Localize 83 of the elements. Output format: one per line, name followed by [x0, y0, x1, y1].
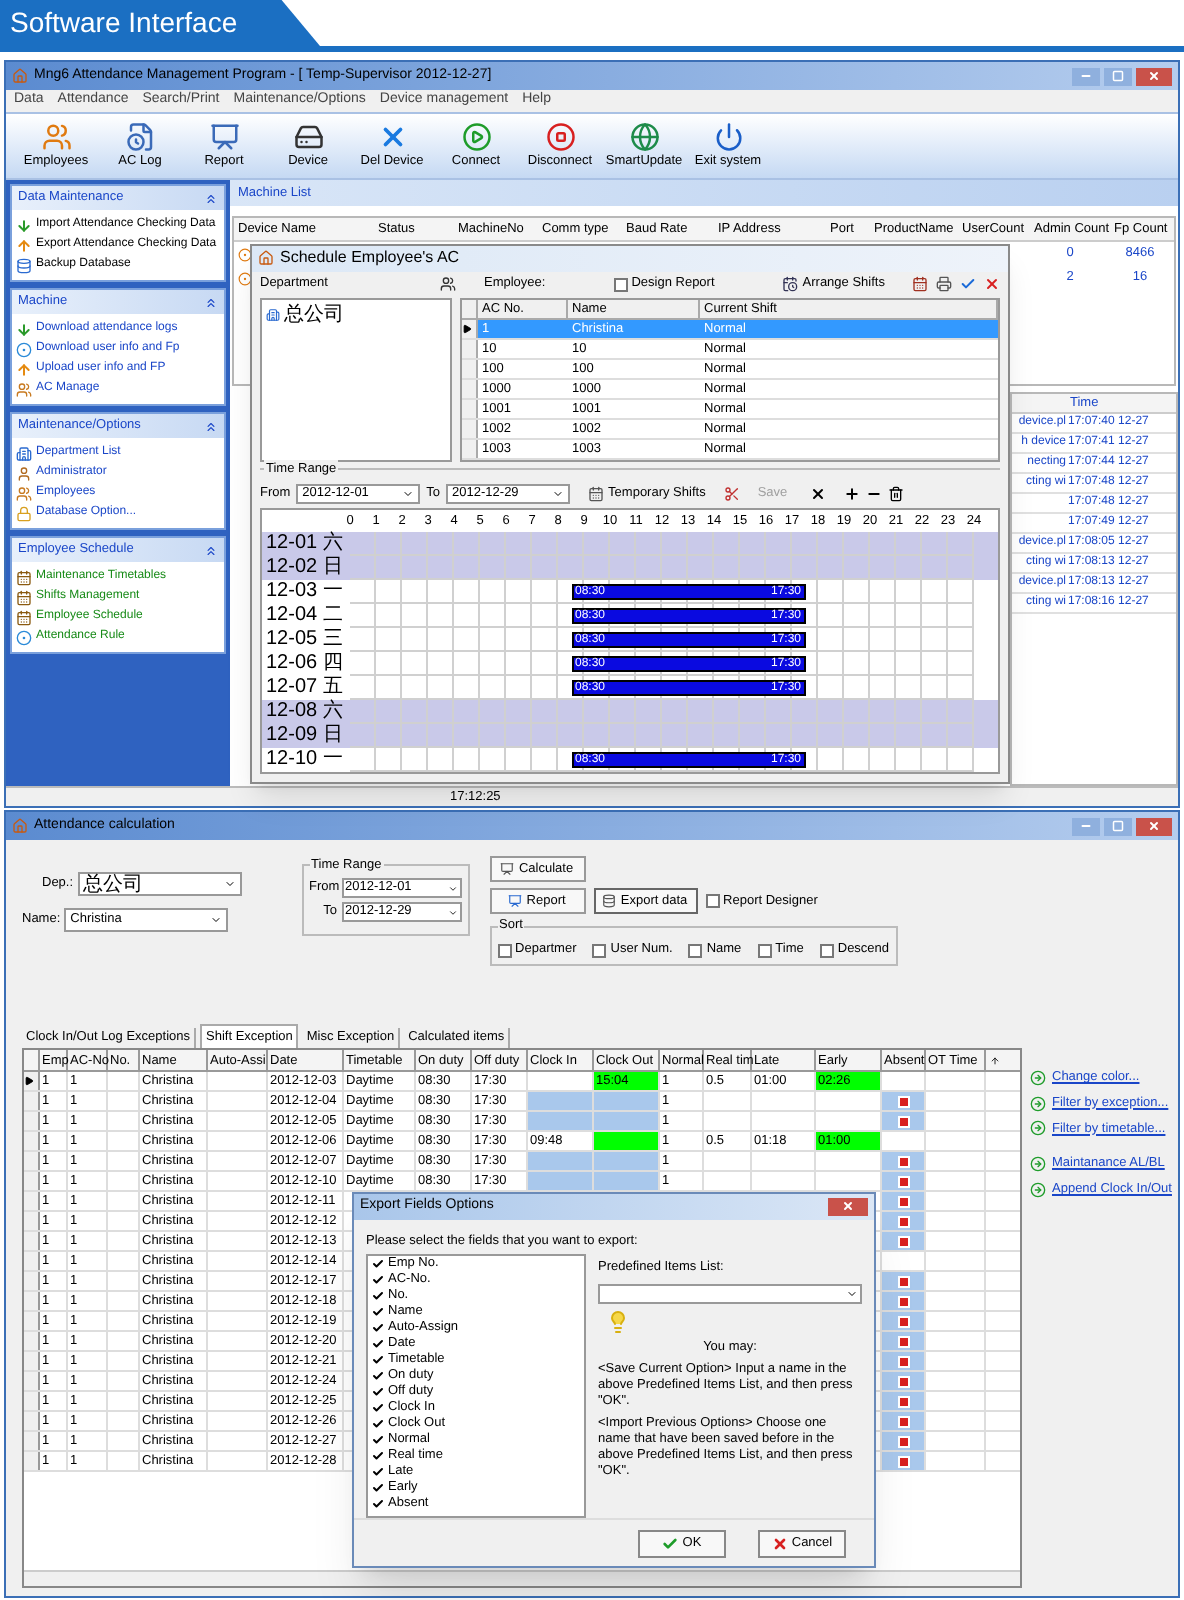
collapse-icon	[204, 543, 218, 557]
tree-item[interactable]: 总公司	[284, 303, 344, 328]
calendar-icon	[16, 589, 32, 605]
database-icon	[16, 257, 32, 273]
arrow-up-icon	[16, 361, 32, 377]
screen-icon	[508, 894, 523, 908]
row-pointer-icon	[24, 1076, 34, 1086]
scroll-up-icon	[989, 1055, 999, 1065]
arrow-up-icon	[16, 237, 32, 253]
maximize-icon	[1112, 70, 1124, 82]
people-icon	[16, 381, 32, 397]
home-icon	[258, 250, 274, 267]
close-button[interactable]	[1136, 67, 1172, 85]
arrow-down-icon	[16, 217, 32, 233]
calendar-icon	[16, 609, 32, 625]
building-icon	[266, 308, 280, 323]
department-select[interactable]: 总公司	[77, 872, 242, 896]
arrow-circle-icon	[1030, 1181, 1046, 1198]
arrow-circle-icon	[1030, 1120, 1046, 1137]
screen-icon	[209, 122, 239, 153]
collapse-icon	[204, 191, 218, 205]
minimize-button[interactable]	[1072, 817, 1100, 835]
collapse-icon	[204, 419, 218, 433]
database-icon	[602, 894, 617, 908]
checkbox[interactable]	[688, 943, 703, 957]
trash-icon	[887, 485, 904, 502]
lightbulb-icon	[606, 1310, 630, 1335]
power-icon	[713, 122, 743, 153]
arrow-circle-icon	[1030, 1095, 1046, 1112]
building-icon	[16, 445, 32, 461]
arrow-down-icon	[16, 321, 32, 337]
person-icon	[16, 465, 32, 481]
minimize-icon	[1080, 70, 1092, 82]
predefined-items-select[interactable]	[598, 1284, 862, 1305]
circle-icon	[16, 629, 32, 645]
people-icon	[41, 122, 71, 153]
circle-icon	[16, 341, 32, 357]
collapse-icon	[204, 295, 218, 309]
globe-icon	[629, 122, 659, 153]
minimize-button[interactable]	[1072, 67, 1100, 85]
plus-icon	[843, 485, 860, 502]
print-icon	[936, 276, 952, 293]
screen-icon	[500, 862, 515, 876]
x-icon	[771, 1535, 788, 1552]
maximize-button[interactable]	[1104, 67, 1132, 85]
close-icon	[1148, 70, 1160, 82]
checkbox[interactable]	[592, 943, 607, 957]
calendar-icon	[16, 569, 32, 585]
row-pointer-icon	[462, 323, 472, 334]
checkbox[interactable]	[819, 943, 834, 957]
device-icon	[293, 122, 323, 153]
checkbox[interactable]	[613, 277, 628, 292]
close-icon	[1148, 820, 1160, 832]
stop-icon	[545, 122, 575, 153]
home-icon	[12, 818, 28, 834]
lock-icon	[16, 505, 32, 521]
calendar-icon	[912, 276, 928, 293]
scissors-icon	[723, 485, 740, 502]
calendar-clock-icon	[782, 276, 799, 293]
delete-icon	[809, 485, 826, 502]
checkbox[interactable]	[705, 894, 720, 908]
dialog-title: Schedule Employee's AC	[280, 246, 460, 271]
people-icon	[440, 276, 456, 293]
minimize-icon	[1080, 820, 1092, 832]
calendar-icon	[588, 485, 605, 502]
home-icon	[12, 68, 28, 84]
close-button[interactable]	[1136, 817, 1172, 835]
close-icon	[984, 276, 1000, 293]
banner-title: Software Interface	[10, 4, 238, 42]
checkbox[interactable]	[757, 943, 772, 957]
people-icon	[16, 485, 32, 501]
row-header[interactable]	[24, 1072, 40, 1090]
check-icon	[960, 276, 976, 293]
clock-document-icon	[125, 122, 155, 153]
close-icon	[842, 1200, 854, 1213]
check-icon	[662, 1535, 679, 1552]
maximize-button[interactable]	[1104, 817, 1132, 835]
close-button[interactable]	[828, 1197, 868, 1216]
arrow-circle-icon	[1030, 1156, 1046, 1173]
maximize-icon	[1112, 820, 1124, 832]
play-icon	[461, 122, 491, 153]
checkbox[interactable]	[497, 943, 512, 957]
arrow-circle-icon	[1030, 1069, 1046, 1086]
